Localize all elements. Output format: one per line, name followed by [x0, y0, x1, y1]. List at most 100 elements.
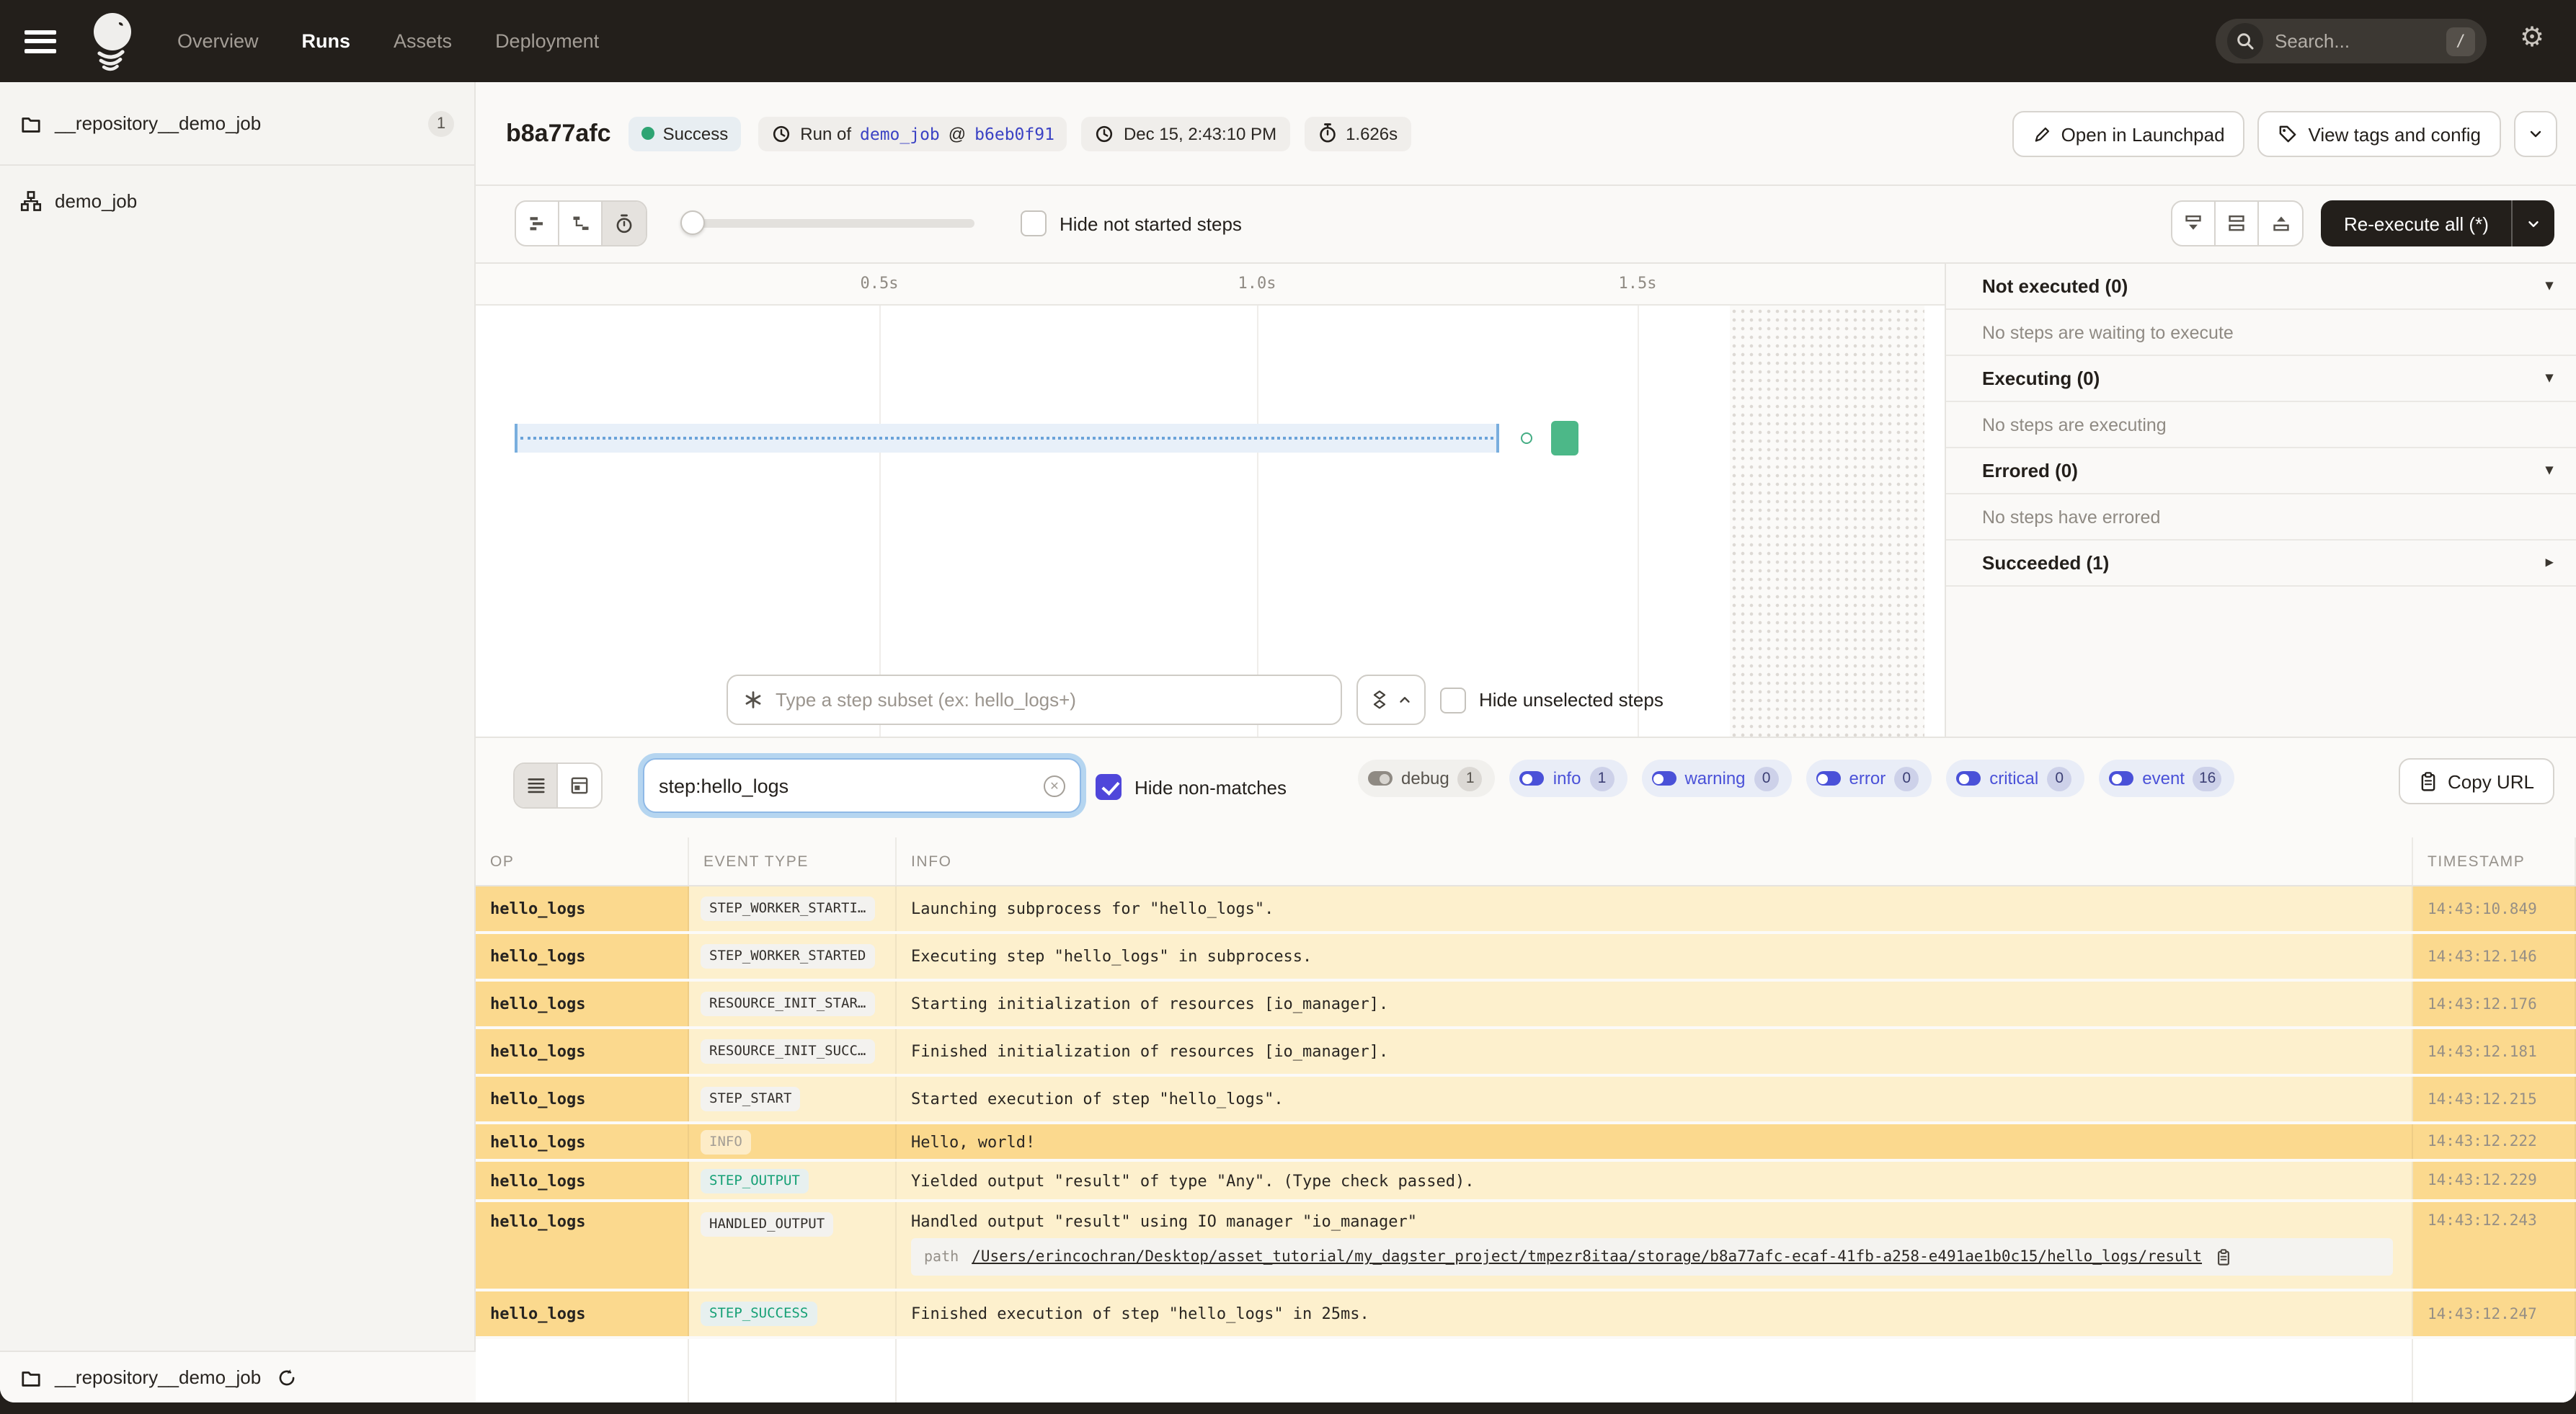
step-status-section-header[interactable]: Errored (0) ▾: [1946, 448, 2576, 494]
more-actions-button[interactable]: [2514, 111, 2557, 157]
info-cell: Executing step "hello_logs" in subproces…: [897, 934, 2413, 979]
section-title: Succeeded (1): [1982, 552, 2110, 574]
info-cell: Started execution of step "hello_logs".: [897, 1077, 2413, 1121]
log-row[interactable]: hello_logs STEP_SUCCESS Finished execution…: [476, 1291, 2576, 1336]
log-row[interactable]: hello_logs INFO Hello, world! 14:43:12.222: [476, 1124, 2576, 1159]
sidebar-item-repository[interactable]: __repository__demo_job 1: [0, 82, 474, 166]
unstructured-view-icon[interactable]: [515, 764, 558, 807]
open-launchpad-button[interactable]: Open in Launchpad: [2012, 111, 2245, 157]
log-row[interactable]: hello_logs STEP_WORKER_STARTI… Launching s…: [476, 886, 2576, 931]
hide-unselected-label[interactable]: Hide unselected steps: [1479, 689, 1664, 711]
event-type-badge: STEP_SUCCESS: [701, 1302, 817, 1326]
caret-down-icon: ▾: [2545, 463, 2553, 479]
empty-table-area: [476, 1339, 2576, 1402]
level-label: info: [1553, 768, 1581, 788]
step-success-bar[interactable]: [1551, 421, 1578, 455]
waterfall-view-icon[interactable]: [559, 202, 603, 245]
tag-icon: [2278, 124, 2299, 144]
event-type-badge: RESOURCE_INIT_SUCC…: [701, 1039, 875, 1064]
info-cell: Finished execution of step "hello_logs" …: [897, 1291, 2413, 1336]
hide-not-started-row: Hide not started steps: [1021, 210, 1242, 236]
hide-not-started-checkbox[interactable]: [1021, 210, 1047, 236]
timestamp-cell: 14:43:12.176: [2413, 982, 2576, 1026]
dagster-logo[interactable]: [82, 9, 140, 73]
log-row[interactable]: hello_logs RESOURCE_INIT_SUCC… Finished in…: [476, 1029, 2576, 1074]
folder-icon: [20, 1367, 42, 1387]
path-link[interactable]: /Users/erincochran/Desktop/asset_tutoria…: [972, 1248, 2202, 1266]
copy-url-button[interactable]: Copy URL: [2399, 758, 2554, 804]
step-status-section-header[interactable]: Executing (0) ▾: [1946, 356, 2576, 402]
step-subset-bar: Type a step subset (ex: hello_logs+) Hid…: [727, 675, 1664, 725]
event-type-cell: STEP_SUCCESS: [689, 1291, 897, 1336]
view-tags-config-button[interactable]: View tags and config: [2257, 111, 2501, 157]
repo-label: __repository__demo_job: [55, 112, 262, 134]
log-row[interactable]: hello_logs STEP_START Started execution of…: [476, 1077, 2576, 1121]
zoom-slider[interactable]: [680, 210, 974, 235]
success-dot-icon: [641, 127, 654, 140]
event-type-cell: STEP_OUTPUT: [689, 1162, 897, 1199]
gantt-chart: 0.5s 1.0s 1.5s Type a step subset (ex: h…: [476, 264, 1945, 738]
structured-view-icon[interactable]: [558, 764, 601, 807]
flat-view-icon[interactable]: [516, 202, 559, 245]
level-filter-warning[interactable]: warning 0: [1641, 760, 1792, 797]
hide-non-matches-checkbox[interactable]: [1096, 774, 1122, 800]
level-filter-critical[interactable]: critical 0: [1946, 760, 2085, 797]
commit-link[interactable]: b6eb0f91: [974, 123, 1054, 143]
nav-item-deployment[interactable]: Deployment: [495, 30, 599, 52]
clipboard-icon[interactable]: [2215, 1248, 2231, 1266]
nav-item-assets[interactable]: Assets: [394, 30, 452, 52]
gantt-timeline-header: 0.5s 1.0s 1.5s: [476, 264, 1945, 306]
nav-item-overview[interactable]: Overview: [177, 30, 259, 52]
job-link[interactable]: demo_job: [860, 123, 940, 143]
level-filter-info[interactable]: info 1: [1509, 760, 1627, 797]
op-cell: hello_logs: [476, 1202, 689, 1289]
reexecute-dropdown[interactable]: [2511, 200, 2555, 246]
step-subset-placeholder: Type a step subset (ex: hello_logs+): [776, 689, 1076, 711]
panel-split-icon[interactable]: [2216, 202, 2259, 245]
hide-not-started-label[interactable]: Hide not started steps: [1060, 213, 1242, 234]
log-row[interactable]: hello_logs STEP_OUTPUT Yielded output "res…: [476, 1162, 2576, 1199]
sidebar: __repository__demo_job 1 demo_job __repo…: [0, 82, 476, 1402]
search-input[interactable]: Search... /: [2216, 19, 2487, 63]
zoom-slider-knob[interactable]: [680, 210, 705, 235]
panel-layout-switcher: [2171, 200, 2304, 246]
log-row[interactable]: hello_logs RESOURCE_INIT_STAR… Starting in…: [476, 982, 2576, 1026]
hamburger-menu-icon[interactable]: [25, 30, 56, 53]
caret-down-icon: ▾: [2545, 278, 2553, 294]
log-row[interactable]: hello_logs HANDLED_OUTPUT Handled output "…: [476, 1202, 2576, 1289]
section-empty-message: No steps are executing: [1946, 402, 2576, 448]
level-count-badge: 1: [1457, 766, 1483, 791]
step-status-section-header[interactable]: Not executed (0) ▾: [1946, 264, 2576, 310]
level-label: warning: [1684, 768, 1746, 788]
layers-button[interactable]: [1356, 675, 1426, 725]
step-status-section-header[interactable]: Succeeded (1) ▸: [1946, 541, 2576, 587]
pencil-icon: [2033, 125, 2051, 143]
sidebar-item-demo-job[interactable]: demo_job: [0, 166, 474, 235]
logs-section: step:hello_logs ✕ Hide non-matches debug…: [476, 737, 2576, 1402]
search-placeholder: Search...: [2275, 30, 2350, 52]
nav-item-runs[interactable]: Runs: [302, 30, 351, 52]
hide-unselected-checkbox[interactable]: [1440, 687, 1466, 713]
timed-view-icon[interactable]: [603, 202, 646, 245]
main-area: b8a77afc Success Run of demo_job @ b6eb0…: [476, 82, 2576, 1402]
log-row[interactable]: hello_logs STEP_WORKER_STARTED Executing s…: [476, 934, 2576, 979]
panel-top-icon[interactable]: [2259, 202, 2302, 245]
level-count-badge: 0: [1894, 766, 1919, 791]
step-subset-input[interactable]: Type a step subset (ex: hello_logs+): [727, 675, 1342, 725]
refresh-icon[interactable]: [277, 1367, 297, 1387]
level-filter-event[interactable]: event 16: [2099, 760, 2235, 797]
search-icon: [2227, 23, 2263, 59]
duration-tag: 1.626s: [1304, 116, 1411, 151]
hide-non-matches-label[interactable]: Hide non-matches: [1134, 776, 1287, 798]
sidebar-footer: __repository__demo_job: [0, 1351, 476, 1402]
level-filter-debug[interactable]: debug 1: [1358, 760, 1496, 797]
level-count-badge: 0: [2047, 766, 2072, 791]
reexecute-button[interactable]: Re-execute all (*): [2321, 200, 2555, 246]
clear-filter-icon[interactable]: ✕: [1044, 775, 1065, 796]
level-filter-error[interactable]: error 0: [1806, 760, 1932, 797]
gear-icon[interactable]: ⚙: [2520, 25, 2544, 52]
info-cell: Handled output "result" using IO manager…: [897, 1202, 2413, 1289]
panel-bottom-icon[interactable]: [2172, 202, 2216, 245]
log-filter-input[interactable]: step:hello_logs ✕: [643, 758, 1081, 813]
column-header-timestamp: TIMESTAMP: [2413, 837, 2576, 885]
